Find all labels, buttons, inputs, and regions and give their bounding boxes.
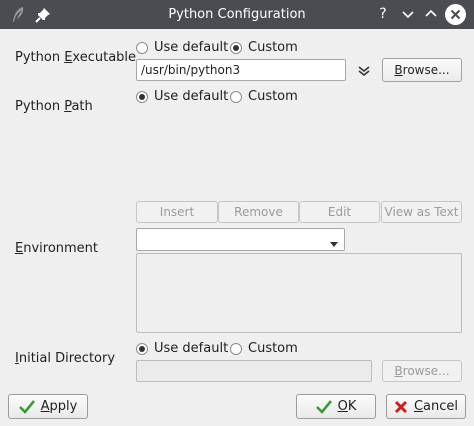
initial-directory-path-input[interactable]	[136, 360, 372, 382]
edit-button[interactable]: Edit	[299, 201, 380, 223]
radio-circle-selected	[136, 90, 148, 103]
radio-circle	[230, 342, 242, 355]
checkmark-icon	[18, 399, 35, 414]
insert-button[interactable]: Insert	[136, 201, 218, 223]
checkmark-icon	[315, 399, 332, 414]
minimize-button[interactable]	[398, 4, 418, 24]
initial-directory-custom-radio[interactable]: Custom	[230, 341, 298, 356]
environment-text-area[interactable]	[136, 253, 462, 333]
radio-circle	[230, 90, 242, 103]
ok-button[interactable]: OK	[296, 394, 376, 419]
python-executable-browse-button[interactable]: Browse...	[382, 58, 462, 82]
apply-button[interactable]: Apply	[8, 394, 88, 419]
cancel-button[interactable]: Cancel	[386, 394, 466, 419]
python-executable-label: Python Executable	[15, 50, 137, 65]
radio-circle	[136, 41, 148, 54]
initial-directory-use-default-radio[interactable]: Use default	[136, 341, 228, 356]
python-executable-path-input[interactable]: /usr/bin/python3	[136, 59, 346, 81]
python-path-label: Python Path	[15, 99, 93, 114]
radio-circle-selected	[230, 41, 242, 54]
close-icon	[450, 9, 461, 20]
maximize-button[interactable]	[421, 4, 441, 24]
close-button[interactable]	[445, 4, 466, 25]
initial-directory-label: Initial Directory	[15, 351, 116, 366]
python-executable-use-default-radio[interactable]: Use default	[136, 40, 228, 55]
initial-directory-browse-button[interactable]: Browse...	[382, 360, 462, 382]
help-button[interactable]: ?	[373, 4, 393, 24]
radio-circle-selected	[136, 342, 148, 355]
python-executable-custom-radio[interactable]: Custom	[230, 40, 298, 55]
environment-label: Environment	[15, 241, 99, 256]
title-bar: Python Configuration ?	[0, 0, 474, 29]
python-path-list	[136, 110, 462, 198]
chevron-down-icon	[330, 237, 338, 252]
view-as-text-button[interactable]: View as Text	[381, 201, 462, 223]
environment-combobox[interactable]	[136, 228, 345, 251]
python-path-custom-radio[interactable]: Custom	[230, 89, 298, 104]
cancel-icon	[394, 400, 408, 413]
history-dropdown-icon[interactable]	[356, 63, 372, 77]
remove-button[interactable]: Remove	[218, 201, 299, 223]
python-path-use-default-radio[interactable]: Use default	[136, 89, 228, 104]
